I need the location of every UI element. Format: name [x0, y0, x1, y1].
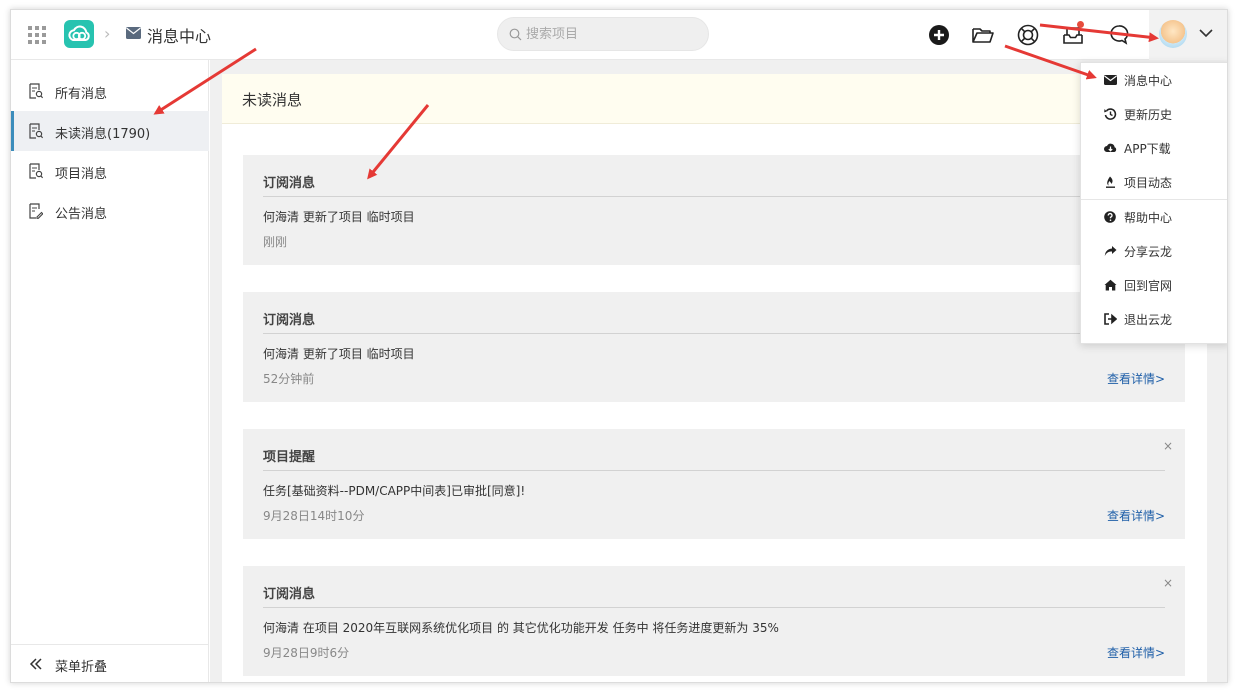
- share-icon: [1104, 246, 1117, 256]
- menu-item-label: 退出云龙: [1124, 313, 1173, 327]
- top-header: › 消息中心: [11, 10, 1227, 60]
- panel-header: 未读消息: [222, 74, 1207, 124]
- sidebar-item-label: 项目消息: [55, 167, 108, 182]
- message-time: 9月28日9时6分: [263, 646, 350, 660]
- message-text: 何海清 更新了项目 临时项目: [263, 347, 415, 361]
- card-divider: [263, 470, 1165, 471]
- menu-item-update-history[interactable]: 更新历史: [1081, 97, 1227, 131]
- chevron-down-icon: [1199, 29, 1213, 38]
- history-icon: [1104, 108, 1117, 120]
- menu-item-project-activity[interactable]: 项目动态: [1081, 165, 1227, 199]
- menu-item-label: APP下载: [1124, 142, 1171, 156]
- menu-item-message-center[interactable]: 消息中心: [1081, 63, 1227, 97]
- search-input[interactable]: [526, 24, 696, 44]
- sidebar-item-all-messages[interactable]: 所有消息: [11, 71, 209, 111]
- message-type: 订阅消息: [263, 587, 316, 602]
- menu-item-share[interactable]: 分享云龙: [1081, 234, 1227, 268]
- cloud-download-icon: [1104, 143, 1117, 152]
- document-search-icon: [29, 83, 43, 99]
- collapse-menu-label: 菜单折叠: [55, 660, 108, 675]
- document-edit-icon: [29, 203, 43, 219]
- menu-item-help-center[interactable]: 帮助中心: [1081, 200, 1227, 234]
- message-card[interactable]: 订阅消息 何海清 更新了项目 临时项目 刚刚: [243, 155, 1185, 265]
- menu-item-label: 帮助中心: [1124, 211, 1173, 225]
- card-divider: [263, 196, 1165, 197]
- main-content: 未读消息 订阅消息 何海清 更新了项目 临时项目 刚刚 订阅消息 何海清 更新了…: [210, 60, 1227, 682]
- notification-dot: [1077, 21, 1084, 28]
- message-time: 9月28日14时10分: [263, 509, 365, 523]
- user-menu-toggle[interactable]: [1149, 10, 1227, 60]
- panel-title: 未读消息: [242, 91, 303, 109]
- card-divider: [263, 333, 1165, 334]
- menu-item-logout[interactable]: 退出云龙: [1081, 302, 1227, 336]
- collapse-menu-button[interactable]: 菜单折叠: [11, 644, 209, 682]
- menu-item-app-download[interactable]: APP下载: [1081, 131, 1227, 165]
- message-card[interactable]: × 项目提醒 任务[基础资料--PDM/CAPP中间表]已审批[同意]! 9月2…: [243, 429, 1185, 539]
- question-icon: [1104, 211, 1116, 223]
- sidebar-item-project-messages[interactable]: 项目消息: [11, 151, 209, 191]
- add-circle-icon[interactable]: [927, 23, 951, 47]
- fire-icon: [1106, 176, 1115, 188]
- lifebuoy-icon[interactable]: [1016, 23, 1040, 47]
- search-box[interactable]: [497, 17, 709, 51]
- message-time: 52分钟前: [263, 372, 315, 386]
- envelope-icon: [126, 27, 141, 39]
- message-type: 订阅消息: [263, 313, 316, 328]
- menu-item-label: 更新历史: [1124, 108, 1173, 122]
- message-card[interactable]: × 订阅消息 何海清 在项目 2020年互联网系统优化项目 的 其它优化功能开发…: [243, 566, 1185, 676]
- avatar: [1159, 20, 1187, 48]
- sidebar-item-label: 未读消息(1790): [55, 127, 151, 142]
- sidebar-item-announcements[interactable]: 公告消息: [11, 191, 209, 231]
- chat-icon[interactable]: [1107, 23, 1131, 47]
- home-icon: [1104, 279, 1117, 291]
- message-time: 刚刚: [263, 235, 288, 249]
- message-type: 订阅消息: [263, 176, 316, 191]
- message-text: 何海清 在项目 2020年互联网系统优化项目 的 其它优化功能开发 任务中 将任…: [263, 621, 779, 635]
- document-search-icon: [29, 163, 43, 179]
- app-logo[interactable]: [64, 20, 94, 48]
- menu-item-label: 消息中心: [1124, 74, 1173, 88]
- breadcrumb-title: 消息中心: [147, 27, 212, 46]
- message-text: 何海清 更新了项目 临时项目: [263, 210, 415, 224]
- sidebar-item-unread-messages[interactable]: 未读消息(1790): [11, 111, 209, 151]
- app-window: › 消息中心 搜索项目 所有消息 未读消息(1790) 项目消息 公告消息 菜单…: [10, 9, 1228, 683]
- cloud-logo-icon: [68, 25, 90, 41]
- sidebar: 所有消息 未读消息(1790) 项目消息 公告消息 菜单折叠: [11, 60, 209, 682]
- folder-open-icon[interactable]: [971, 23, 995, 47]
- message-card[interactable]: 订阅消息 何海清 更新了项目 临时项目 52分钟前 查看详情>: [243, 292, 1185, 402]
- message-text: 任务[基础资料--PDM/CAPP中间表]已审批[同意]!: [263, 484, 526, 498]
- close-icon[interactable]: ×: [1163, 439, 1173, 453]
- view-details-link[interactable]: 查看详情>: [1107, 644, 1165, 661]
- view-details-link[interactable]: 查看详情>: [1107, 507, 1165, 524]
- menu-item-label: 回到官网: [1124, 279, 1173, 293]
- search-icon: [509, 28, 522, 41]
- view-details-link[interactable]: 查看详情>: [1107, 370, 1165, 387]
- envelope-icon: [1104, 75, 1117, 85]
- double-chevron-left-icon: [29, 658, 42, 670]
- card-divider: [263, 607, 1165, 608]
- document-search-icon: [29, 123, 43, 139]
- menu-item-official-site[interactable]: 回到官网: [1081, 268, 1227, 302]
- close-icon[interactable]: ×: [1163, 576, 1173, 590]
- user-dropdown-menu: 消息中心 更新历史 APP下载 项目动态 帮助中心 分享云龙 回到官网 退出云龙: [1080, 62, 1227, 344]
- sign-out-icon: [1104, 313, 1117, 325]
- menu-item-label: 项目动态: [1124, 176, 1173, 190]
- apps-grid-icon[interactable]: [28, 26, 46, 44]
- sidebar-item-label: 公告消息: [55, 207, 108, 222]
- message-type: 项目提醒: [263, 450, 316, 465]
- menu-item-label: 分享云龙: [1124, 245, 1173, 259]
- breadcrumb-separator-icon: ›: [104, 24, 111, 43]
- sidebar-item-label: 所有消息: [55, 87, 108, 102]
- message-panel: 未读消息 订阅消息 何海清 更新了项目 临时项目 刚刚 订阅消息 何海清 更新了…: [222, 74, 1207, 682]
